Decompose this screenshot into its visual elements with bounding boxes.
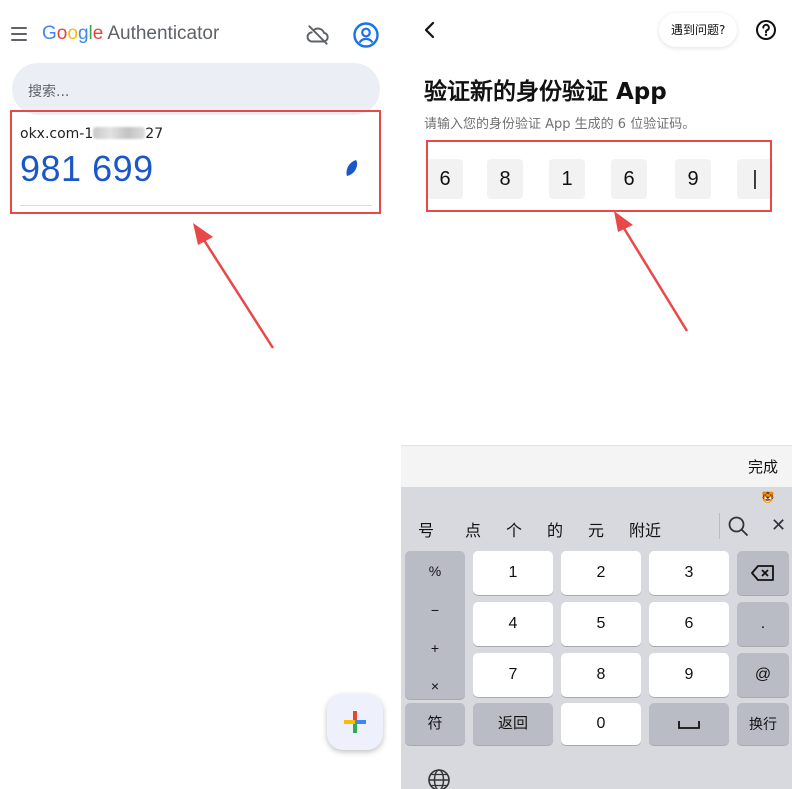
key-5[interactable]: 5 (561, 602, 641, 646)
enter-key[interactable]: 换行 (737, 703, 789, 745)
suggestion[interactable]: 元 (588, 517, 604, 541)
okx-verify-screen: 遇到问题? 验证新的身份验证 App 请输入您的身份验证 App 生成的 6 位… (401, 0, 792, 789)
suggestion[interactable]: 号 (418, 517, 434, 541)
backspace-key[interactable] (737, 551, 789, 595)
suggestion[interactable]: 附近 (629, 517, 661, 541)
digit-box-cursor[interactable]: | (737, 159, 773, 199)
help-icon[interactable] (755, 19, 777, 41)
help-button[interactable]: 遇到问题? (659, 13, 738, 47)
key-9[interactable]: 9 (649, 653, 729, 697)
key-1[interactable]: 1 (473, 551, 553, 595)
digit-box[interactable]: 6 (427, 159, 463, 199)
search-icon[interactable] (727, 515, 749, 537)
symbol-key[interactable]: × (405, 678, 465, 694)
cloud-off-icon[interactable] (305, 22, 331, 48)
search-bar[interactable]: 搜索... (12, 63, 380, 115)
otp-code[interactable]: 981 699 (20, 148, 154, 190)
account-issuer: okx.com-1 27 (20, 126, 164, 142)
key-8[interactable]: 8 (561, 653, 641, 697)
divider (20, 205, 372, 206)
space-key[interactable] (649, 703, 729, 745)
page-title: 验证新的身份验证 App (424, 79, 667, 105)
key-2[interactable]: 2 (561, 551, 641, 595)
blurred-text (93, 127, 146, 139)
symbol-mode-key[interactable]: 符 (405, 703, 465, 745)
key-7[interactable]: 7 (473, 653, 553, 697)
symbols-column[interactable]: % − + × (405, 551, 465, 699)
dot-key[interactable]: . (737, 602, 789, 646)
suggestion[interactable]: 的 (547, 517, 563, 541)
back-icon[interactable] (421, 20, 439, 40)
page-subtitle: 请输入您的身份验证 App 生成的 6 位验证码。 (424, 117, 696, 132)
account-card[interactable]: okx.com-1 27 981 699 (20, 120, 372, 206)
search-placeholder: 搜索... (28, 84, 70, 100)
timer-icon (346, 160, 358, 176)
digit-box[interactable]: 1 (549, 159, 585, 199)
key-0[interactable]: 0 (561, 703, 641, 745)
keyboard-toolbar: 完成 (401, 445, 792, 487)
suggestion[interactable]: 个 (506, 517, 522, 541)
menu-icon[interactable] (11, 27, 27, 41)
symbol-key[interactable]: % (405, 563, 465, 579)
key-6[interactable]: 6 (649, 602, 729, 646)
symbol-key[interactable]: − (405, 602, 465, 618)
suggestion[interactable]: 点 (465, 517, 481, 541)
globe-icon[interactable] (427, 768, 451, 789)
digit-box[interactable]: 9 (675, 159, 711, 199)
symbol-key[interactable]: + (405, 640, 465, 656)
code-input[interactable]: 6 8 1 6 9 | (425, 140, 773, 212)
return-key[interactable]: 返回 (473, 703, 553, 745)
keyboard: 🐯 号 点 个 的 元 附近 ✕ % − + × 1 2 3 4 5 6 7 8… (401, 487, 792, 789)
done-button[interactable]: 完成 (748, 456, 778, 477)
emoji-icon: 🐯 (761, 491, 775, 504)
close-icon[interactable]: ✕ (771, 515, 786, 536)
app-title: Google Authenticator (42, 23, 220, 44)
add-button[interactable] (327, 694, 383, 750)
key-4[interactable]: 4 (473, 602, 553, 646)
divider (719, 513, 720, 539)
backspace-icon (751, 565, 774, 581)
account-icon[interactable] (352, 21, 380, 49)
digit-box[interactable]: 6 (611, 159, 647, 199)
space-icon (678, 721, 700, 729)
google-authenticator-screen: Google Authenticator 搜索... okx.com-1 27 98… (0, 0, 394, 789)
at-key[interactable]: @ (737, 653, 789, 697)
key-3[interactable]: 3 (649, 551, 729, 595)
plus-icon (344, 711, 366, 733)
digit-box[interactable]: 8 (487, 159, 523, 199)
